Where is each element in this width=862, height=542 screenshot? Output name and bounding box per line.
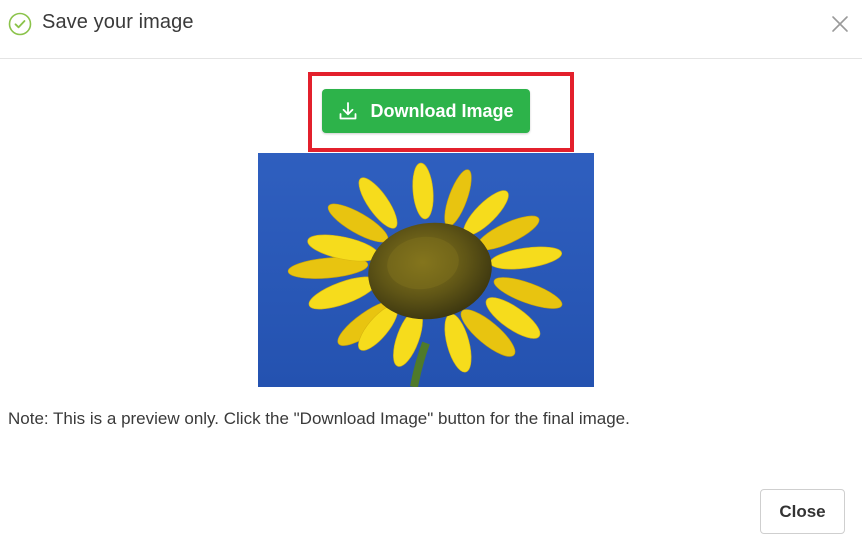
download-image-button[interactable]: Download Image — [322, 89, 530, 133]
sunflower-preview-image — [258, 153, 594, 387]
close-button[interactable]: Close — [760, 489, 845, 534]
check-circle-icon — [8, 12, 32, 36]
download-image-label: Download Image — [370, 100, 514, 121]
preview-note: Note: This is a preview only. Click the … — [8, 409, 630, 428]
save-image-dialog: Save your image Download Image Note: Thi… — [0, 0, 862, 542]
close-icon[interactable] — [829, 13, 851, 35]
dialog-header: Save your image — [0, 0, 862, 59]
download-icon — [340, 102, 357, 120]
dialog-title: Save your image — [42, 11, 194, 33]
